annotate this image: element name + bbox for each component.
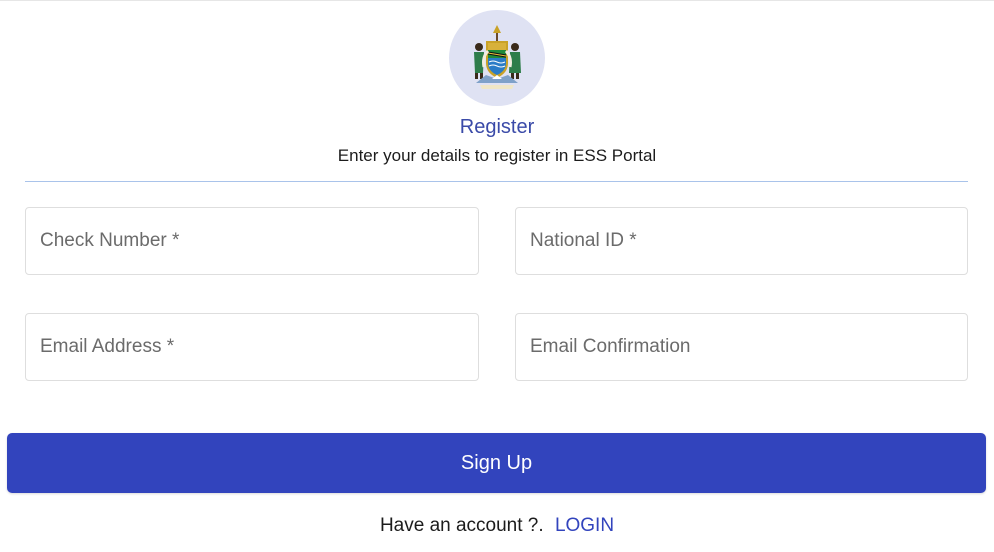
have-account-text: Have an account ?. bbox=[379, 515, 544, 536]
header-divider bbox=[25, 181, 968, 182]
email-confirmation-field bbox=[515, 313, 968, 381]
register-page: Register Enter your details to register … bbox=[0, 0, 994, 552]
coat-of-arms-icon bbox=[474, 25, 521, 89]
national-id-input[interactable] bbox=[516, 208, 967, 274]
check-number-input[interactable] bbox=[26, 208, 478, 274]
email-confirmation-input[interactable] bbox=[516, 314, 967, 380]
login-link[interactable]: LOGIN bbox=[555, 515, 614, 536]
login-prompt: Have an account ?. LOGIN bbox=[0, 514, 994, 538]
check-number-field bbox=[25, 207, 479, 275]
email-field bbox=[25, 313, 479, 381]
email-input[interactable] bbox=[26, 314, 478, 380]
page-title: Register bbox=[459, 116, 535, 138]
coat-of-arms-logo bbox=[449, 10, 545, 106]
page-subtitle: Enter your details to register in ESS Po… bbox=[337, 146, 657, 165]
sign-up-button[interactable]: Sign Up bbox=[7, 433, 986, 493]
national-id-field bbox=[515, 207, 968, 275]
